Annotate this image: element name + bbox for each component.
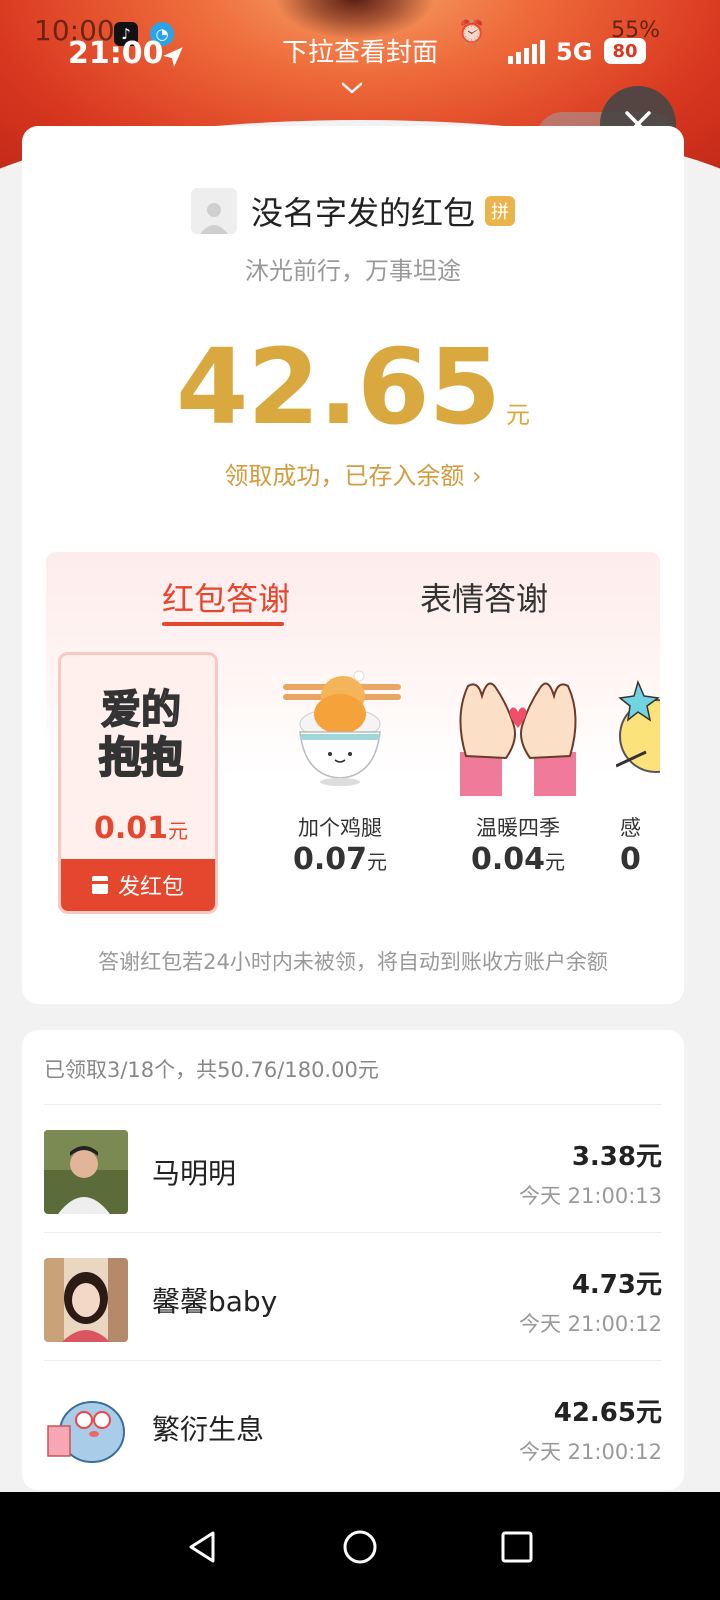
signal-icon — [508, 40, 545, 64]
divider — [44, 1232, 662, 1233]
sticker-text-line2: 抱抱 — [98, 732, 184, 783]
recipient-name: 繁衍生息 — [152, 1413, 265, 1446]
send-red-packet-button[interactable]: 发红包 — [61, 859, 215, 911]
user-icon — [199, 203, 228, 234]
item-label: 感 — [620, 816, 641, 840]
amount-unit: 元 — [505, 401, 530, 429]
recipient-time: 今天 21:00:13 — [519, 1184, 662, 1208]
item-price: 0.07元 — [260, 842, 420, 877]
status-bar: 10:00 ♪ ◔ 21:00 下拉查看封面 ⏰ 55% 5G 80 — [0, 0, 720, 94]
divider — [44, 1360, 662, 1361]
alarm-icon: ⏰ — [458, 20, 486, 45]
price-value: 0.01 — [93, 811, 169, 846]
price-unit: 元 — [367, 850, 388, 874]
item-price: 0 — [616, 842, 660, 877]
tab-red-packet-thanks[interactable]: 红包答谢 — [162, 574, 290, 620]
avatar-cartoon — [44, 1386, 128, 1470]
thanks-panel: 红包答谢 表情答谢 爱的 抱抱 0.01元 发红包 加个鸡腿 0.07元 温暖四… — [46, 552, 660, 922]
partial-sticker — [616, 666, 660, 796]
recipient-name: 馨馨baby — [152, 1285, 278, 1318]
recipients-card: 已领取3/18个，共50.76/180.00元 马明明 3.38元 今天 21:… — [22, 1030, 684, 1490]
recipient-time: 今天 21:00:12 — [519, 1440, 662, 1464]
recipient-row[interactable]: 馨馨baby 4.73元 今天 21:00:12 — [44, 1236, 662, 1364]
back-button[interactable] — [168, 1512, 238, 1582]
heart-hands-icon — [459, 682, 577, 796]
tab-underline — [162, 622, 284, 626]
price-unit: 元 — [168, 819, 189, 843]
thanks-items: 爱的 抱抱 0.01元 发红包 加个鸡腿 0.07元 温暖四季 0.04元 感 … — [46, 652, 660, 922]
recipient-amount: 3.38元 — [571, 1142, 662, 1172]
balance-link[interactable]: 领取成功，已存入余额 › — [22, 456, 684, 491]
item-price: 0.01元 — [61, 811, 215, 846]
rice-bowl-sticker — [260, 666, 420, 796]
recipient-row[interactable]: 马明明 3.38元 今天 21:00:13 — [44, 1108, 662, 1236]
recipient-amount: 4.73元 — [571, 1270, 662, 1300]
thanks-notice: 答谢红包若24小时内未被领，将自动到账收方账户余额 — [98, 950, 608, 974]
avatar — [44, 1386, 128, 1470]
avatar — [44, 1130, 128, 1214]
avatar — [44, 1258, 128, 1342]
recents-button[interactable] — [482, 1512, 552, 1582]
claim-summary: 已领取3/18个，共50.76/180.00元 — [44, 1058, 379, 1082]
send-button-label: 发红包 — [117, 875, 184, 900]
red-envelope-card: 没名字发的红包 拼 沐光前行，万事坦途 42.65 元 领取成功，已存入余额 › … — [22, 126, 684, 1004]
item-label: 温暖四季 — [476, 816, 560, 840]
sender-row: 没名字发的红包 拼 — [22, 188, 684, 234]
thanks-item-partial[interactable]: 感 0 — [616, 652, 660, 912]
system-nav-bar — [0, 1492, 720, 1600]
price-value: 0.04 — [470, 842, 546, 877]
recipient-row[interactable]: 繁衍生息 42.65元 今天 21:00:12 — [44, 1364, 662, 1490]
star-ball-icon — [616, 679, 660, 773]
thanks-item-hug[interactable]: 爱的 抱抱 0.01元 发红包 — [58, 652, 218, 914]
sender-avatar — [190, 188, 237, 234]
thanks-item-chicken-leg[interactable]: 加个鸡腿 0.07元 — [260, 652, 420, 912]
amount-row: 42.65 元 — [22, 326, 684, 448]
divider — [44, 1104, 662, 1105]
price-unit: 元 — [545, 850, 566, 874]
back-icon — [189, 1531, 215, 1563]
sender-name: 没名字发的红包 — [250, 194, 475, 232]
sticker-text-line1: 爱的 — [100, 686, 182, 734]
chevron-down-icon[interactable] — [340, 76, 364, 100]
hug-sticker: 爱的 抱抱 — [61, 675, 215, 795]
rice-bowl-icon — [283, 670, 401, 786]
thanks-item-warm-seasons[interactable]: 温暖四季 0.04元 — [438, 652, 598, 912]
envelope-icon — [91, 876, 108, 894]
received-amount: 42.65 — [176, 326, 501, 448]
greeting-text: 沐光前行，万事坦途 — [245, 257, 461, 285]
recents-icon — [501, 1531, 533, 1563]
battery-indicator: 80 — [604, 38, 646, 64]
tab-sticker-thanks[interactable]: 表情答谢 — [420, 574, 548, 620]
recipient-amount: 42.65元 — [553, 1398, 662, 1428]
network-type: 5G — [556, 38, 593, 66]
home-icon — [343, 1530, 377, 1564]
item-price: 0.04元 — [438, 842, 598, 877]
avatar-photo — [44, 1258, 128, 1342]
heart-hands-sticker — [438, 666, 598, 796]
item-label: 加个鸡腿 — [298, 816, 382, 840]
recipient-name: 马明明 — [152, 1157, 237, 1190]
price-value: 0 — [620, 842, 641, 877]
avatar-photo — [44, 1130, 128, 1214]
group-buy-badge: 拼 — [485, 196, 515, 226]
home-button[interactable] — [325, 1512, 395, 1582]
recipient-time: 今天 21:00:12 — [519, 1312, 662, 1336]
price-value: 0.07 — [292, 842, 368, 877]
